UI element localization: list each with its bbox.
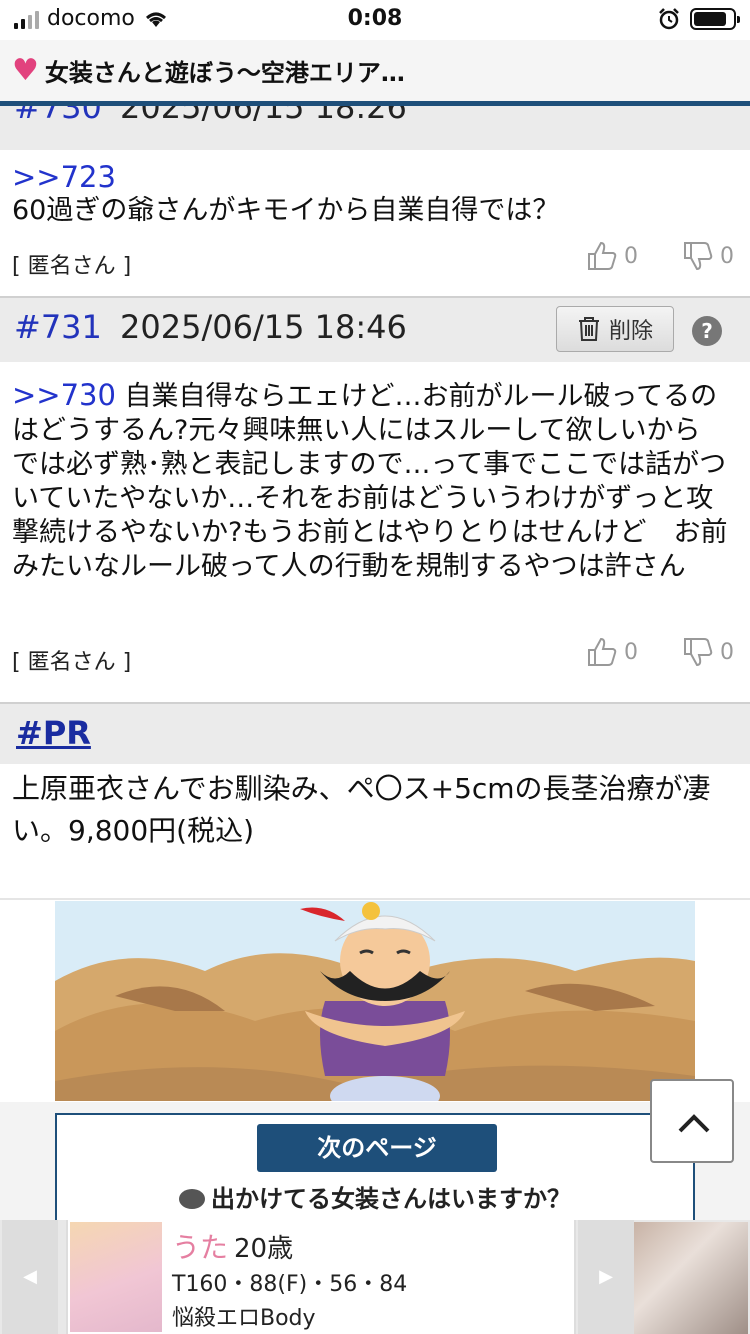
ad-prev-arrow[interactable]: ◀ [2, 1220, 58, 1334]
next-thread-box[interactable]: 次のページ 出かけてる女装さんはいますか？ [55, 1113, 695, 1223]
thumbs-up-icon [588, 637, 617, 666]
next-page-area: 次のページ 出かけてる女装さんはいますか？ [0, 1102, 750, 1223]
next-thread-title-text: 出かけてる女装さんはいますか？ [211, 1185, 571, 1213]
post-text: 60過ぎの爺さんがキモイから自業自得では？ [12, 195, 560, 226]
thumbs-down-icon [684, 638, 713, 667]
thread-title-bar[interactable]: ♥ 女装さんと遊ぼう〜空港エリア… [0, 40, 750, 106]
scroll-to-top-button[interactable] [650, 1079, 734, 1163]
dislike-count: 0 [720, 639, 734, 665]
ad-thumbnail[interactable] [634, 1222, 748, 1334]
pr-banner-image[interactable]: PR [55, 901, 695, 1101]
next-page-button[interactable]: 次のページ [257, 1124, 497, 1172]
chat-bubble-icon [179, 1189, 205, 1209]
post-number[interactable]: #731 [14, 308, 102, 346]
like-count: 0 [624, 243, 638, 269]
divider [0, 898, 750, 900]
thread-title: 女装さんと遊ぼう〜空港エリア… [44, 59, 405, 87]
trash-icon [578, 317, 599, 341]
battery-icon [690, 8, 740, 30]
post-date: 2025/06/15 18:46 [120, 308, 407, 346]
desert-illustration [55, 901, 695, 1101]
post-730-header: #730 2025/06/15 18:26 [0, 106, 750, 150]
chevron-up-icon [678, 1114, 710, 1133]
pr-header: #PR [0, 702, 750, 764]
like-count: 0 [624, 639, 638, 665]
dislike-button[interactable]: 0 [682, 636, 734, 668]
ad-measurements: T160・88(F)・56・84 [172, 1272, 408, 1297]
dislike-button[interactable]: 0 [682, 240, 734, 272]
ad-next-arrow[interactable]: ▶ [578, 1220, 634, 1334]
like-button[interactable]: 0 [586, 636, 638, 668]
ad-description: 悩殺エロBody [172, 1306, 316, 1331]
help-icon[interactable]: ? [692, 316, 722, 346]
status-right [658, 8, 740, 30]
pr-link[interactable]: #PR [16, 714, 91, 752]
post-author: [ 匿名さん ] [12, 650, 132, 675]
post-author: [ 匿名さん ] [12, 254, 132, 279]
post-731-votes: 0 0 [586, 636, 734, 668]
reply-anchor-link[interactable]: >>730 [12, 378, 116, 412]
post-date: 2025/06/15 18:26 [120, 106, 407, 126]
post-730-votes: 0 0 [586, 240, 734, 272]
ad-age: 20歳 [234, 1234, 294, 1264]
delete-button[interactable]: 削除 [556, 306, 674, 352]
ad-card[interactable]: うた 20歳 T160・88(F)・56・84 悩殺エロBody [66, 1220, 576, 1334]
post-730-body: >>723 60過ぎの爺さんがキモイから自業自得では？ [12, 160, 738, 228]
ad-name: うた [172, 1231, 229, 1264]
delete-label: 削除 [608, 319, 653, 344]
like-button[interactable]: 0 [586, 240, 638, 272]
next-thread-title[interactable]: 出かけてる女装さんはいますか？ [57, 1179, 693, 1214]
post-731-body: >>730 自業自得ならエェけど…お前がルール破ってるのはどうするん?元々興味無… [12, 378, 738, 584]
ad-photo [70, 1222, 162, 1332]
dislike-count: 0 [720, 243, 734, 269]
heart-icon: ♥ [12, 53, 39, 88]
status-bar: docomo 0:08 [0, 0, 750, 40]
thumbs-down-icon [684, 242, 713, 271]
bottom-ad-banner[interactable]: ◀ うた 20歳 T160・88(F)・56・84 悩殺エロBody ▶ [0, 1220, 750, 1334]
clock: 0:08 [347, 6, 403, 31]
post-731-header: #731 2025/06/15 18:46 削除 ? [0, 296, 750, 362]
thumbs-up-icon [588, 241, 617, 270]
reply-anchor-link[interactable]: >>723 [12, 160, 738, 194]
post-text: 自業自得ならエェけど…お前がルール破ってるのはどうするん?元々興味無い人にはスル… [12, 381, 728, 582]
pr-text[interactable]: 上原亜衣さんでお馴染み、ペ〇ス+5cmの長茎治療が凄い。9,800円(税込) [12, 768, 738, 852]
post-number[interactable]: #730 [14, 106, 102, 126]
alarm-icon [659, 8, 679, 30]
